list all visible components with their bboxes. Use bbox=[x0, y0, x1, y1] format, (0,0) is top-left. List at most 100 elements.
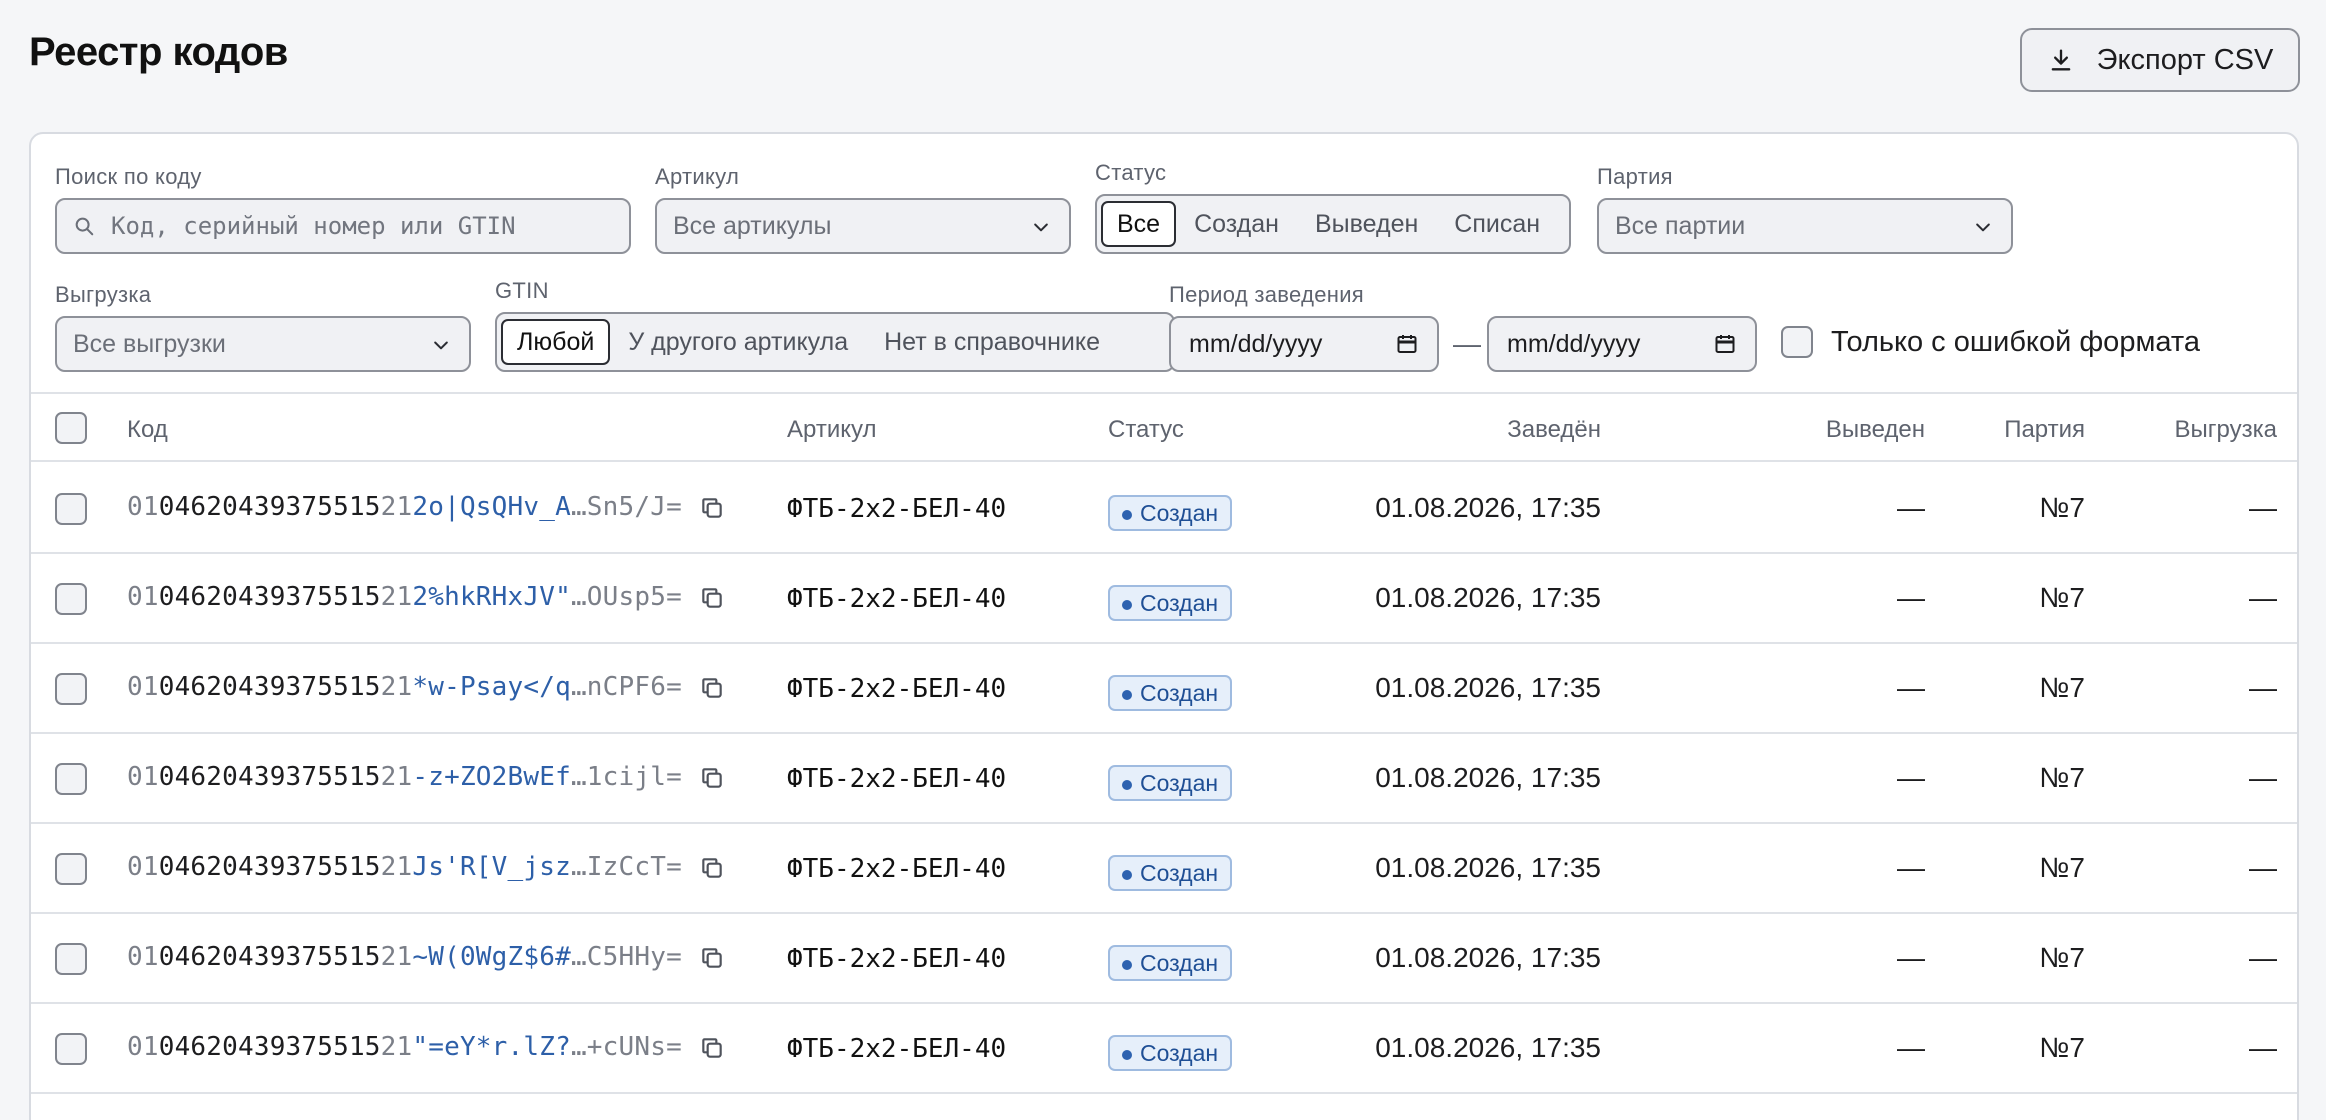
gtin-option-not-in-catalog[interactable]: Нет в справочнике bbox=[866, 319, 1118, 365]
status-badge: Создан bbox=[1108, 1035, 1233, 1071]
gtin-option-any[interactable]: Любой bbox=[501, 319, 611, 365]
code-gtin: 04620439375515 bbox=[158, 492, 381, 522]
status-option-withdrawn[interactable]: Выведен bbox=[1297, 201, 1436, 247]
table-row[interactable]: 010462043937551521Js'R[V_jsz…IzCcT= ФТБ-2… bbox=[31, 824, 2297, 914]
sku-select[interactable]: Все артикулы bbox=[655, 198, 1071, 254]
copy-icon[interactable] bbox=[699, 675, 725, 701]
code-ellipsis: … bbox=[570, 942, 587, 972]
row-withdrawn: — bbox=[1897, 492, 1925, 523]
code-ellipsis: … bbox=[570, 672, 587, 702]
code-tail: OUsp5= bbox=[586, 582, 682, 612]
batch-label: Партия bbox=[1597, 164, 1673, 189]
batch-select[interactable]: Все партии bbox=[1597, 198, 2013, 254]
code-tail: nCPF6= bbox=[586, 672, 682, 702]
copy-icon[interactable] bbox=[699, 585, 725, 611]
row-withdrawn: — bbox=[1897, 672, 1925, 703]
row-checkbox[interactable] bbox=[55, 583, 87, 615]
code-value: 0104620439375515212%hkRHxJV"…OUsp5= bbox=[127, 582, 682, 612]
code-value: 010462043937551521"=eY*r.lZ?…+cUNs= bbox=[127, 1032, 682, 1062]
copy-icon[interactable] bbox=[699, 765, 725, 791]
code-ellipsis: … bbox=[570, 1032, 587, 1062]
search-input[interactable]: Код, серийный номер или GTIN bbox=[55, 198, 631, 254]
row-created: 01.08.2026, 17:35 bbox=[1375, 942, 1601, 973]
row-checkbox[interactable] bbox=[55, 853, 87, 885]
download-icon bbox=[2051, 49, 2071, 71]
copy-icon[interactable] bbox=[699, 855, 725, 881]
code-tail: C5HHy= bbox=[586, 942, 682, 972]
export-csv-button[interactable]: Экспорт CSV bbox=[2020, 28, 2300, 92]
col-batch[interactable]: Партия bbox=[2004, 416, 2085, 444]
period-from-value: mm/dd/yyyy bbox=[1189, 329, 1323, 358]
status-option-created[interactable]: Создан bbox=[1176, 201, 1297, 247]
sku-select-value: Все артикулы bbox=[673, 211, 832, 240]
row-checkbox[interactable] bbox=[55, 673, 87, 705]
period-to-input[interactable]: mm/dd/yyyy bbox=[1487, 316, 1757, 372]
search-icon bbox=[75, 217, 94, 236]
row-checkbox[interactable] bbox=[55, 763, 87, 795]
code-serial: ~W(0WgZ$6# bbox=[412, 942, 571, 972]
status-option-written-off[interactable]: Списан bbox=[1436, 201, 1558, 247]
col-status[interactable]: Статус bbox=[1108, 416, 1184, 444]
code-gtin: 04620439375515 bbox=[158, 1032, 381, 1062]
gtin-label: GTIN bbox=[495, 278, 549, 303]
table-row[interactable]: 010462043937551521"=eY*r.lZ?…+cUNs= ФТБ-2… bbox=[31, 1004, 2297, 1094]
select-all-checkbox[interactable] bbox=[55, 412, 87, 444]
code-gtin: 04620439375515 bbox=[158, 582, 381, 612]
chevron-down-icon bbox=[434, 341, 448, 350]
chevron-down-icon bbox=[1034, 223, 1048, 232]
code-ai: 01 bbox=[127, 852, 159, 882]
status-label: Статус bbox=[1095, 160, 1167, 185]
code-registry-page: Реестр кодов Экспорт CSV Поиск по коду К… bbox=[0, 0, 2326, 1120]
status-badge: Создан bbox=[1108, 765, 1233, 801]
table-header: Код Артикул Статус Заведён Выведен Парти… bbox=[31, 392, 2297, 462]
row-withdrawn: — bbox=[1897, 762, 1925, 793]
code-serial: 2o|QsQHv_A bbox=[412, 492, 571, 522]
row-created: 01.08.2026, 17:35 bbox=[1375, 852, 1601, 883]
col-created[interactable]: Заведён bbox=[1507, 416, 1601, 444]
upload-select-value: Все выгрузки bbox=[73, 329, 226, 358]
row-created: 01.08.2026, 17:35 bbox=[1375, 672, 1601, 703]
col-sku[interactable]: Артикул bbox=[787, 416, 876, 444]
export-csv-label: Экспорт CSV bbox=[2096, 43, 2274, 76]
code-value: 010462043937551521*w-Psay</q…nCPF6= bbox=[127, 672, 682, 702]
row-withdrawn: — bbox=[1897, 942, 1925, 973]
row-upload: — bbox=[2249, 942, 2277, 973]
code-serial-ai: 21 bbox=[380, 852, 413, 882]
code-serial-ai: 21 bbox=[380, 1032, 413, 1062]
table-row[interactable]: 010462043937551521*w-Psay</q…nCPF6= ФТБ-2… bbox=[31, 644, 2297, 734]
code-serial-ai: 21 bbox=[380, 582, 413, 612]
code-ai: 01 bbox=[127, 942, 159, 972]
table-row[interactable]: 0104620439375515212%hkRHxJV"…OUsp5= ФТБ-2… bbox=[31, 554, 2297, 644]
row-upload: — bbox=[2249, 582, 2277, 613]
calendar-icon bbox=[1397, 335, 1417, 353]
row-upload: — bbox=[2249, 852, 2277, 883]
table-row[interactable]: 010462043937551521-z+ZO2BwEf…1cijl= ФТБ-2… bbox=[31, 734, 2297, 824]
code-serial: -z+ZO2BwEf bbox=[412, 762, 571, 792]
format-error-checkbox[interactable] bbox=[1781, 326, 1813, 358]
code-value: 0104620439375515212o|QsQHv_A…Sn5/J= bbox=[127, 492, 682, 522]
copy-icon[interactable] bbox=[699, 1035, 725, 1061]
table-row[interactable]: 0104620439375515212o|QsQHv_A…Sn5/J= ФТБ-2… bbox=[31, 464, 2297, 554]
status-option-all[interactable]: Все bbox=[1101, 201, 1177, 247]
row-upload: — bbox=[2249, 1032, 2277, 1063]
code-tail: Sn5/J= bbox=[586, 492, 682, 522]
copy-icon[interactable] bbox=[699, 945, 725, 971]
code-gtin: 04620439375515 bbox=[158, 672, 381, 702]
period-from-input[interactable]: mm/dd/yyyy bbox=[1169, 316, 1439, 372]
copy-icon[interactable] bbox=[699, 495, 725, 521]
col-upload[interactable]: Выгрузка bbox=[2175, 416, 2277, 444]
upload-label: Выгрузка bbox=[55, 282, 152, 307]
search-label: Поиск по коду bbox=[55, 164, 202, 189]
upload-select[interactable]: Все выгрузки bbox=[55, 316, 471, 372]
gtin-option-other-sku[interactable]: У другого артикула bbox=[610, 319, 866, 365]
row-checkbox[interactable] bbox=[55, 493, 87, 525]
row-sku: ФТБ-2х2-БЕЛ-40 bbox=[787, 584, 1007, 614]
row-batch: №7 bbox=[2039, 942, 2085, 973]
sku-label: Артикул bbox=[655, 164, 740, 189]
row-checkbox[interactable] bbox=[55, 1033, 87, 1065]
col-code[interactable]: Код bbox=[127, 416, 168, 444]
col-withdrawn[interactable]: Выведен bbox=[1826, 416, 1925, 444]
row-checkbox[interactable] bbox=[55, 943, 87, 975]
table-row[interactable]: 010462043937551521~W(0WgZ$6#…C5HHy= ФТБ-2… bbox=[31, 914, 2297, 1004]
registry-card: Поиск по коду Код, серийный номер или GT… bbox=[29, 132, 2299, 1120]
